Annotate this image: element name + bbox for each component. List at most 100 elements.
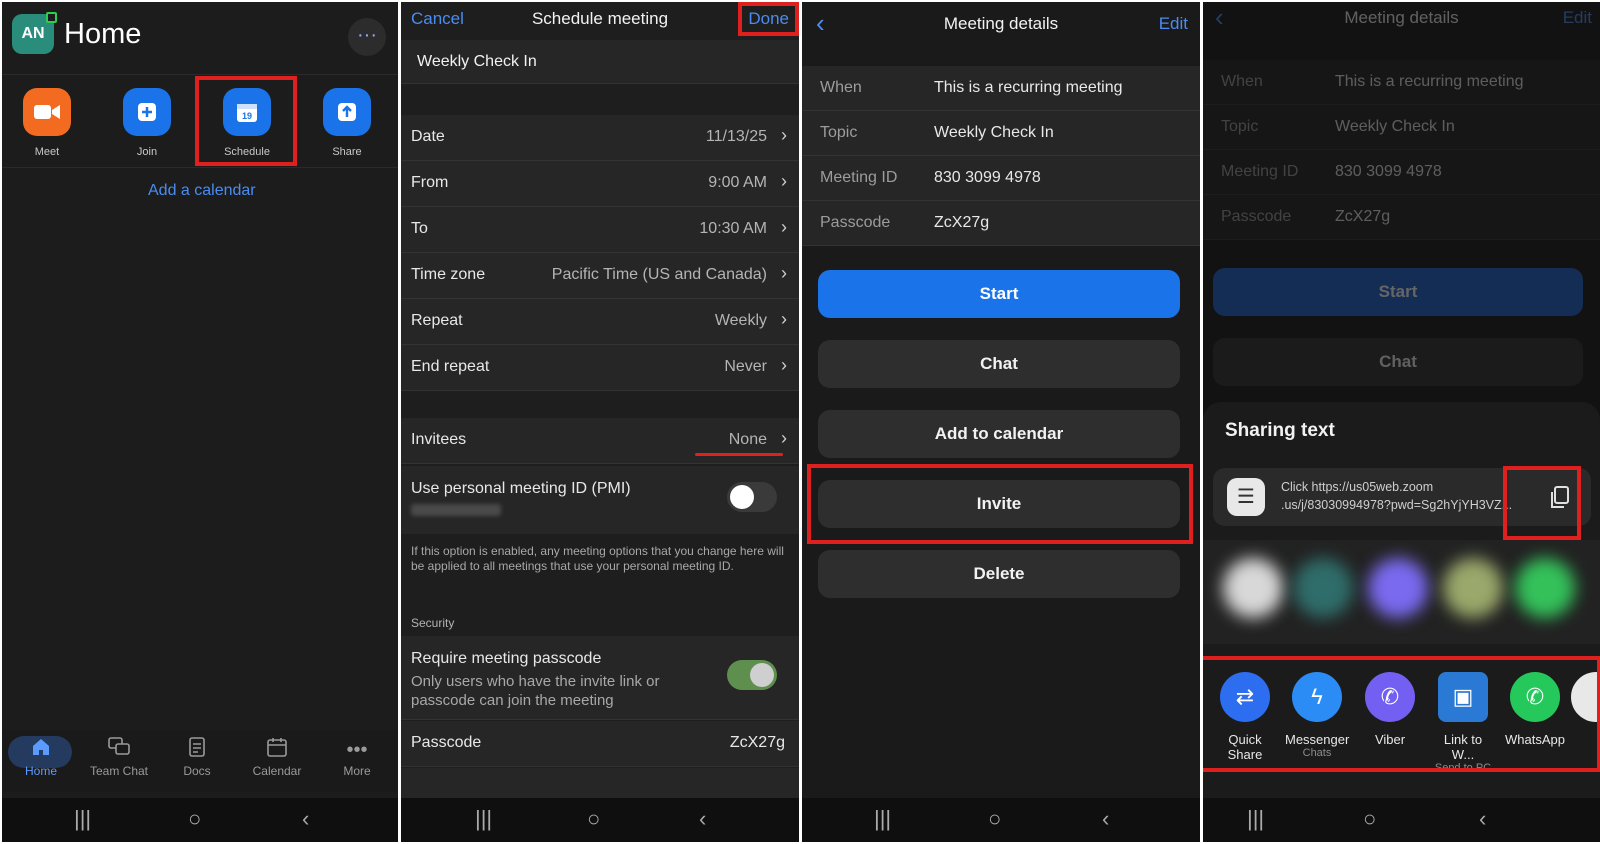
invitees-row[interactable]: Invitees None › bbox=[401, 418, 799, 464]
more-options-button[interactable]: ··· bbox=[348, 18, 386, 56]
row-value: Weekly bbox=[714, 312, 767, 329]
blurred-contact-avatar[interactable] bbox=[1443, 558, 1503, 618]
join-button[interactable]: Join bbox=[102, 88, 192, 158]
end-repeat-row[interactable]: End repeat Never › bbox=[401, 345, 799, 391]
chevron-right-icon: › bbox=[781, 125, 787, 145]
start-button[interactable]: Start bbox=[818, 270, 1180, 318]
blurred-contact-avatar[interactable] bbox=[1223, 558, 1283, 618]
app-name: Quick Share bbox=[1227, 732, 1263, 762]
share-text-line1: Click https://us05web.zoom bbox=[1281, 480, 1434, 494]
detail-value: This is a recurring meeting bbox=[934, 79, 1123, 96]
from-row[interactable]: From 9:00 AM › bbox=[401, 161, 799, 207]
detail-key: Topic bbox=[820, 124, 858, 141]
blurred-contact-avatar[interactable] bbox=[1293, 558, 1353, 618]
row-label: Repeat bbox=[411, 312, 463, 329]
tab-home[interactable]: Home bbox=[2, 736, 80, 778]
to-row[interactable]: To 10:30 AM › bbox=[401, 207, 799, 253]
start-button: Start bbox=[1213, 268, 1583, 316]
done-button[interactable]: Done bbox=[748, 9, 789, 29]
system-nav-bar: ||| ○ ‹ bbox=[401, 798, 799, 842]
copy-icon[interactable] bbox=[1543, 480, 1577, 514]
app-subtitle: Chats bbox=[1302, 747, 1332, 759]
require-passcode-label: Require meeting passcode bbox=[411, 650, 602, 667]
tab-label: Docs bbox=[183, 764, 211, 778]
quick-share-app[interactable]: ⇄ Quick Share bbox=[1213, 672, 1277, 762]
blurred-contact-avatar[interactable] bbox=[1368, 558, 1428, 618]
tab-more[interactable]: ••• More bbox=[318, 736, 396, 778]
page-title: Schedule meeting bbox=[531, 9, 669, 28]
schedule-button[interactable]: 19 Schedule bbox=[202, 88, 292, 158]
meeting-topic-value: Weekly Check In bbox=[417, 53, 537, 70]
detail-row-passcode: Passcode ZcX27g bbox=[1203, 195, 1600, 240]
recent-apps-icon[interactable]: ||| bbox=[475, 806, 492, 832]
date-row[interactable]: Date 11/13/25 › bbox=[401, 115, 799, 161]
share-bottom-sheet: Sharing text ☰ Click https://us05web.zoo… bbox=[1203, 402, 1600, 842]
calendar-icon bbox=[238, 736, 316, 764]
chat-button[interactable]: Chat bbox=[818, 340, 1180, 388]
tab-label: Home bbox=[24, 764, 57, 778]
detail-key: When bbox=[820, 79, 862, 96]
home-circle-icon[interactable]: ○ bbox=[188, 806, 201, 832]
home-circle-icon[interactable]: ○ bbox=[988, 806, 1001, 832]
home-circle-icon[interactable]: ○ bbox=[587, 806, 600, 832]
app-subtitle: Send to PC bbox=[1434, 762, 1492, 774]
row-value: 9:00 AM bbox=[708, 174, 767, 191]
tab-calendar[interactable]: Calendar bbox=[238, 736, 316, 778]
detail-key: Passcode bbox=[1221, 208, 1292, 225]
schedule-label: Schedule bbox=[224, 146, 270, 158]
blurred-contact-avatar[interactable] bbox=[1515, 558, 1575, 618]
quick-share-icon: ⇄ bbox=[1220, 672, 1270, 722]
detail-value: 830 3099 4978 bbox=[1335, 163, 1442, 180]
add-calendar-link[interactable]: Add a calendar bbox=[148, 182, 256, 200]
chevron-right-icon: › bbox=[781, 309, 787, 329]
whatsapp-app[interactable]: ✆ WhatsApp bbox=[1503, 672, 1567, 747]
row-value: Pacific Time (US and Canada) bbox=[551, 266, 767, 283]
presence-status-icon bbox=[46, 12, 57, 23]
back-chevron-icon[interactable]: ‹ bbox=[1479, 806, 1486, 832]
back-chevron-icon[interactable]: ‹ bbox=[1102, 806, 1109, 832]
detail-key: Passcode bbox=[820, 214, 891, 231]
meeting-topic-input[interactable]: Weekly Check In bbox=[401, 40, 799, 84]
add-to-calendar-button[interactable]: Add to calendar bbox=[818, 410, 1180, 458]
chat-bubbles-icon bbox=[80, 736, 158, 764]
pmi-toggle[interactable] bbox=[727, 482, 777, 512]
row-label: Date bbox=[411, 128, 445, 145]
share-text-line2: .us/j/83030994978?pwd=Sg2hYjYH3VZ... bbox=[1281, 498, 1513, 512]
sharing-text-title: Sharing text bbox=[1225, 420, 1335, 441]
video-camera-icon bbox=[23, 88, 71, 136]
home-icon bbox=[2, 736, 80, 764]
system-nav-bar: ||| ○ ‹ bbox=[2, 798, 398, 842]
viber-app[interactable]: ✆ Viber bbox=[1358, 672, 1422, 747]
passcode-row[interactable]: Passcode ZcX27g bbox=[401, 721, 799, 767]
meet-button[interactable]: Meet bbox=[2, 88, 92, 158]
chevron-right-icon: › bbox=[781, 263, 787, 283]
edit-button[interactable]: Edit bbox=[1159, 14, 1188, 34]
tab-team-chat[interactable]: Team Chat bbox=[80, 736, 158, 778]
repeat-row[interactable]: Repeat Weekly › bbox=[401, 299, 799, 345]
edit-button: Edit bbox=[1562, 8, 1592, 27]
recent-apps-icon[interactable]: ||| bbox=[1247, 806, 1264, 832]
detail-row-when: When This is a recurring meeting bbox=[1203, 60, 1600, 105]
tab-docs[interactable]: Docs bbox=[158, 736, 236, 778]
sharing-text-card[interactable]: ☰ Click https://us05web.zoom .us/j/83030… bbox=[1213, 468, 1591, 526]
security-section-header: Security bbox=[411, 616, 455, 630]
time-zone-row[interactable]: Time zone Pacific Time (US and Canada) › bbox=[401, 253, 799, 299]
back-chevron-icon[interactable]: ‹ bbox=[699, 806, 706, 832]
delete-button[interactable]: Delete bbox=[818, 550, 1180, 598]
partial-app[interactable] bbox=[1571, 672, 1600, 722]
share-screen-button[interactable]: Share bbox=[302, 88, 392, 158]
require-passcode-toggle[interactable] bbox=[727, 660, 777, 690]
row-value: None bbox=[728, 431, 767, 448]
tab-label: More bbox=[343, 764, 371, 778]
detail-key: Meeting ID bbox=[820, 169, 898, 186]
recent-apps-icon[interactable]: ||| bbox=[74, 806, 91, 832]
messenger-app[interactable]: ϟ Messenger Chats bbox=[1285, 672, 1349, 759]
link-to-windows-app[interactable]: ▣ Link to W... Send to PC bbox=[1431, 672, 1495, 774]
home-circle-icon[interactable]: ○ bbox=[1363, 806, 1376, 832]
blurred-pmi-number bbox=[411, 504, 501, 516]
row-label: Time zone bbox=[411, 266, 486, 283]
invite-button[interactable]: Invite bbox=[818, 480, 1180, 528]
detail-row-meeting-id: Meeting ID 830 3099 4978 bbox=[802, 156, 1200, 201]
recent-apps-icon[interactable]: ||| bbox=[874, 806, 891, 832]
back-chevron-icon[interactable]: ‹ bbox=[302, 806, 309, 832]
